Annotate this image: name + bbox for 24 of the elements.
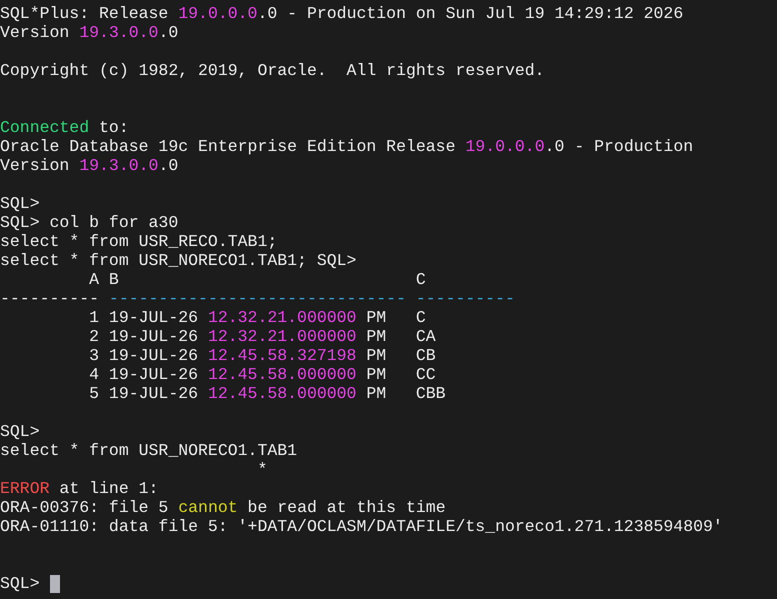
terminal-line: ERROR at line 1: xyxy=(0,479,158,498)
terminal-line: SQL> col b for a30 xyxy=(0,213,178,232)
terminal-line: A B C xyxy=(88,270,426,289)
terminal-line: Version 19.3.0.0.0 xyxy=(0,23,178,42)
terminal-line: select * from USR_RECO.TAB1; xyxy=(0,232,278,251)
terminal-line: ORA-00376: file 5 cannot be read at this time xyxy=(0,498,446,517)
terminal-line: Connected to: xyxy=(0,118,129,137)
terminal-line: SQL> xyxy=(0,574,41,593)
terminal-line: ORA-01110: data file 5: '+DATA/OCLASM/DATAFILE/ts_noreco1.271.1238594809' xyxy=(0,517,723,536)
terminal-line: Oracle Database 19c Enterprise Edition Release 19.0.0.0.0 - Production xyxy=(0,137,694,156)
terminal-line: ---------- ------------------------------ ---------- xyxy=(0,289,515,308)
terminal-line: 1 19-JUL-26 12.32.21.000000 PM C xyxy=(88,308,426,327)
terminal-line: Copyright (c) 1982, 2019, Oracle. All rights reserved. xyxy=(0,61,545,80)
terminal-line: 5 19-JUL-26 12.45.58.000000 PM CBB xyxy=(88,384,446,403)
terminal-line: select * from USR_NORECO1.TAB1 xyxy=(0,441,298,460)
terminal-line: 2 19-JUL-26 12.32.21.000000 PM CA xyxy=(88,327,436,346)
terminal-line: * xyxy=(256,460,268,479)
terminal-line: SQL> xyxy=(0,422,40,441)
terminal-line: 4 19-JUL-26 12.45.58.000000 PM CC xyxy=(88,365,436,384)
terminal-line: select * from USR_NORECO1.TAB1; SQL> xyxy=(0,251,356,270)
terminal-line: SQL*Plus: Release 19.0.0.0.0 - Production on Sun Jul 19 14:29:12 2026 xyxy=(0,4,684,23)
terminal-line: Version 19.3.0.0.0 xyxy=(0,156,178,175)
terminal-line: 3 19-JUL-26 12.45.58.327198 PM CB xyxy=(88,346,436,365)
terminal-line: SQL> xyxy=(0,194,40,213)
